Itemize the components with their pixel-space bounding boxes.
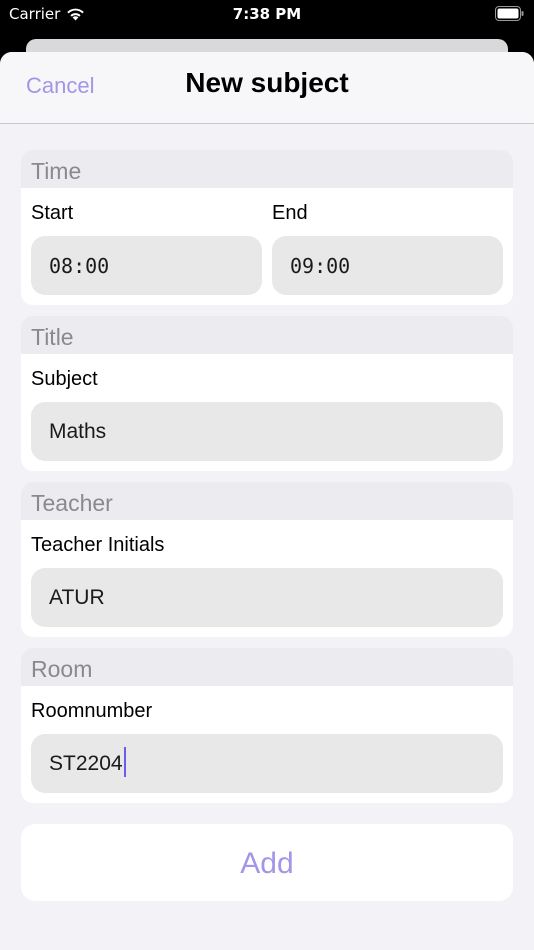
title-section: Title Subject Maths: [21, 316, 513, 471]
subject-field[interactable]: Maths: [31, 402, 503, 461]
end-label: End: [272, 202, 308, 224]
subject-label: Subject: [31, 368, 98, 390]
status-bar: Carrier 7:38 PM: [0, 0, 534, 30]
roomnumber-value: ST2204: [49, 752, 123, 775]
roomnumber-label: Roomnumber: [31, 700, 153, 722]
teacher-initials-label: Teacher Initials: [31, 534, 165, 556]
title-section-header: Title: [21, 316, 513, 354]
room-section: Room Roomnumber ST2204: [21, 648, 513, 803]
cancel-button[interactable]: Cancel: [26, 73, 94, 99]
text-cursor: [123, 747, 126, 778]
teacher-initials-field[interactable]: ATUR: [31, 568, 503, 627]
time-section: Time Start End 08:00 09:00: [21, 150, 513, 305]
teacher-section-header: Teacher: [21, 482, 513, 520]
battery-icon: [495, 6, 524, 21]
teacher-section: Teacher Teacher Initials ATUR: [21, 482, 513, 637]
add-button[interactable]: Add: [21, 824, 513, 901]
roomnumber-field[interactable]: ST2204: [31, 734, 503, 793]
clock: 7:38 PM: [232, 5, 302, 23]
end-time-field[interactable]: 09:00: [272, 236, 503, 295]
time-section-header: Time: [21, 150, 513, 188]
room-section-header: Room: [21, 648, 513, 686]
start-label: Start: [31, 202, 74, 224]
new-subject-sheet: Cancel New subject Time Start End 08:00 …: [0, 52, 534, 950]
start-time-field[interactable]: 08:00: [31, 236, 262, 295]
navigation-bar: Cancel New subject: [0, 52, 534, 124]
